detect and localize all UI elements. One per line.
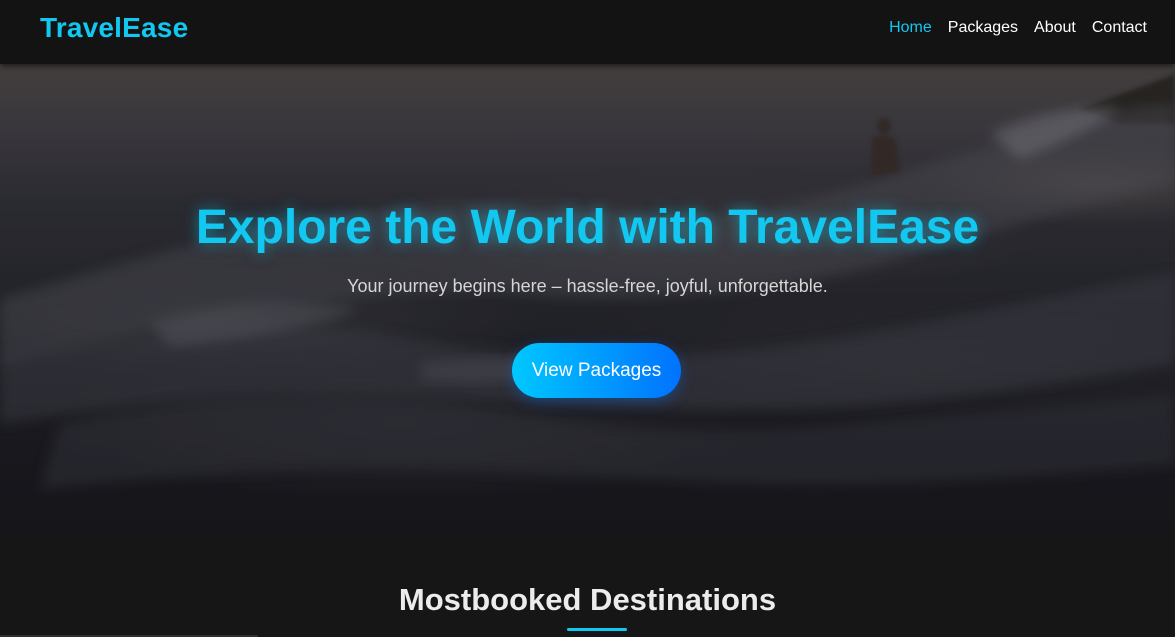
nav-link-packages[interactable]: Packages <box>948 19 1018 37</box>
hero-title: Explore the World with TravelEase <box>195 201 980 254</box>
nav-links: Home Packages About Contact <box>889 19 1147 37</box>
hero-overlay <box>0 64 1175 532</box>
view-packages-button[interactable]: View Packages <box>512 343 681 398</box>
brand-logo[interactable]: TravelEase <box>40 12 188 44</box>
destinations-section: Mostbooked Destinations <box>0 532 1175 637</box>
page: TravelEase Home Packages About Contact E… <box>0 0 1175 637</box>
title-underline <box>567 628 627 631</box>
nav-link-about[interactable]: About <box>1034 19 1076 37</box>
nav-link-contact[interactable]: Contact <box>1092 19 1147 37</box>
hero-subtitle: Your journey begins here – hassle-free, … <box>347 276 828 296</box>
destinations-title: Mostbooked Destinations <box>398 582 777 617</box>
nav-link-home[interactable]: Home <box>889 19 932 37</box>
hero-section: Explore the World with TravelEase Your j… <box>0 64 1175 532</box>
navbar: TravelEase Home Packages About Contact <box>0 0 1175 64</box>
